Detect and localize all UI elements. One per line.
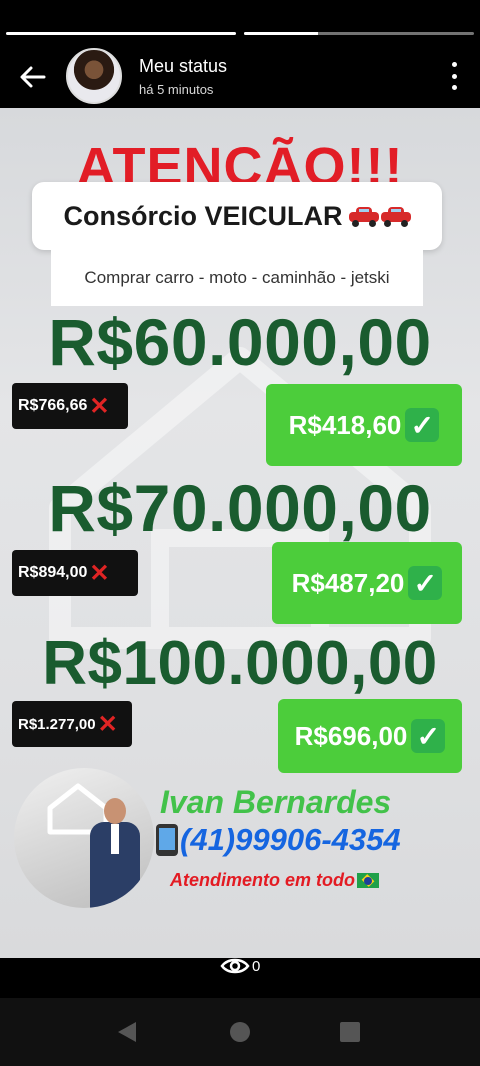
service-text: Atendimento em todo	[170, 870, 355, 890]
check-icon: ✓	[405, 408, 440, 442]
agent-phone: (41)99906-4354	[156, 822, 401, 858]
car-icon	[348, 206, 379, 227]
new-installment: R$487,20 ✓	[272, 542, 462, 624]
mobile-phone-icon	[156, 824, 178, 856]
brazil-flag-icon	[357, 873, 379, 888]
old-installment: R$1.277,00 ✕	[12, 701, 132, 747]
phone-number: (41)99906-4354	[180, 822, 401, 857]
vehicle-types: Comprar carro - moto - caminhão - jetski	[51, 250, 423, 306]
back-arrow-icon[interactable]	[16, 60, 50, 94]
check-icon: ✓	[408, 566, 443, 600]
progress-segment	[6, 32, 236, 35]
cross-icon: ✕	[89, 392, 110, 420]
avatar[interactable]	[66, 48, 122, 104]
car-icon	[380, 206, 411, 227]
views-count: 0	[252, 957, 261, 975]
status-time: há 5 minutos	[139, 82, 214, 97]
story-progress	[6, 32, 474, 36]
system-navigation-bar	[0, 998, 480, 1066]
new-installment: R$418,60 ✓	[266, 384, 462, 466]
old-price: R$766,66	[18, 397, 88, 414]
new-price: R$487,20	[291, 567, 405, 598]
service-area: Atendimento em todo	[170, 870, 379, 891]
car-icons	[348, 206, 411, 227]
old-installment: R$766,66 ✕	[12, 383, 128, 429]
new-price: R$418,60	[288, 409, 402, 440]
new-installment: R$696,00 ✓	[278, 699, 462, 773]
nav-home-icon[interactable]	[230, 1022, 250, 1042]
agent-photo	[14, 768, 154, 908]
credit-value: R$70.000,00	[48, 471, 432, 545]
old-installment: R$894,00 ✕	[12, 550, 138, 596]
credit-value: R$60.000,00	[48, 305, 432, 379]
more-options-icon[interactable]	[450, 62, 458, 90]
views-counter[interactable]: 0	[220, 956, 260, 976]
nav-back-icon[interactable]	[118, 1022, 136, 1042]
old-price: R$1.277,00	[18, 715, 96, 733]
eye-icon	[220, 958, 250, 974]
new-price: R$696,00	[294, 720, 408, 751]
agent-figure	[90, 798, 140, 908]
cross-icon: ✕	[97, 710, 118, 738]
subtitle-text: Consórcio VEICULAR	[63, 200, 343, 231]
check-icon: ✓	[411, 719, 446, 753]
agent-name: Ivan Bernardes	[160, 784, 392, 820]
progress-segment	[244, 32, 474, 35]
old-price: R$894,00	[18, 564, 88, 581]
status-title: Meu status	[139, 56, 228, 76]
subtitle-card: Consórcio VEICULAR	[32, 182, 442, 250]
nav-recents-icon[interactable]	[340, 1022, 360, 1042]
credit-value: R$100.000,00	[42, 629, 438, 698]
story-image: ATENÇÃO!!! Consórcio VEICULAR Comprar ca…	[0, 108, 480, 958]
status-header: Meu status há 5 minutos	[0, 44, 480, 108]
cross-icon: ✕	[89, 559, 110, 587]
